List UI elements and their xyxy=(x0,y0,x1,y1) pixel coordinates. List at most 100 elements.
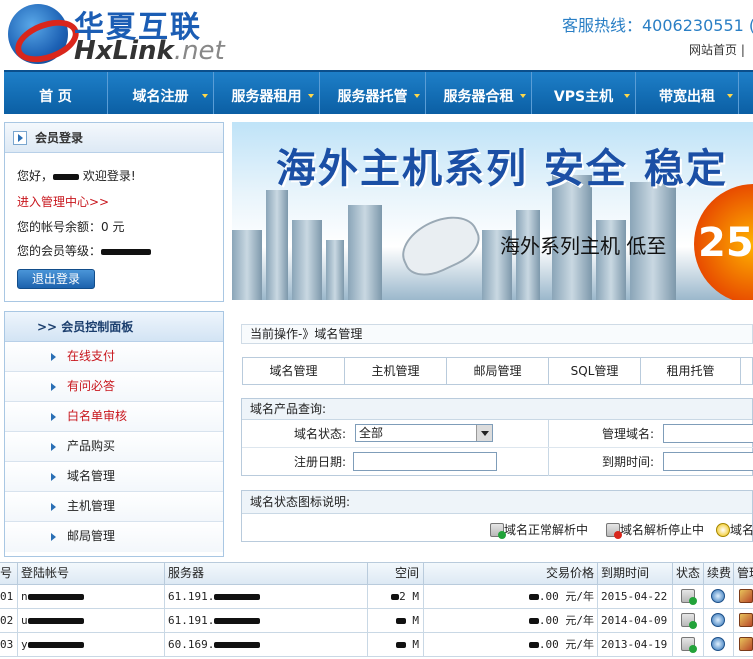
logout-button[interactable]: 退出登录 xyxy=(17,269,95,289)
sidebar-item-mail-manage[interactable]: 邮局管理 xyxy=(5,522,223,552)
sidebar-item-online-pay[interactable]: 在线支付 xyxy=(5,342,223,372)
tab-domain-manage[interactable]: 域名管理 xyxy=(243,358,345,384)
triangle-right-icon xyxy=(51,413,56,421)
sidebar-item-host-manage[interactable]: 主机管理 xyxy=(5,492,223,522)
cell-status xyxy=(673,585,704,609)
banner-price: 25 xyxy=(698,220,753,266)
sidebar-item-label: 在线支付 xyxy=(67,349,116,363)
dns-active-icon[interactable] xyxy=(681,637,697,653)
col-header-expire: 到期时间 xyxy=(598,563,673,585)
sidebar-item-purchase[interactable]: 产品购买 xyxy=(5,432,223,462)
member-level: 您的会员等级： xyxy=(17,242,152,259)
redacted-space xyxy=(395,618,406,624)
nav-item-server-hosting[interactable]: 服务器托管 xyxy=(320,72,426,114)
cell-price: .00 元/年 xyxy=(424,609,598,633)
breadcrumb: 当前操作-》域名管理 xyxy=(241,324,753,344)
renew-icon[interactable] xyxy=(711,589,725,603)
dns-active-icon[interactable] xyxy=(681,613,697,629)
triangle-right-icon xyxy=(51,353,56,361)
sidebar-item-faq[interactable]: 有问必答 xyxy=(5,372,223,402)
redacted-space xyxy=(395,642,406,648)
reg-date-label: 注册日期: xyxy=(293,455,346,469)
tab-mail-manage[interactable]: 邮局管理 xyxy=(447,358,549,384)
account-prefix: y xyxy=(21,638,28,651)
manage-domain-input[interactable] xyxy=(663,424,753,443)
expire-date-label: 到期时间: xyxy=(601,455,654,469)
cell-status xyxy=(673,633,704,657)
domain-lock-icon xyxy=(716,523,730,537)
col-header-manage: 管理 xyxy=(734,563,753,585)
greeting: 您好， 欢迎登录! xyxy=(17,167,136,184)
domain-table: 号 登陆帐号 服务器 空间 交易价格 到期时间 状态 续费 管理 01 n 61… xyxy=(0,562,753,659)
sidebar-item-label: 有问必答 xyxy=(67,379,116,393)
space-value: M xyxy=(405,638,419,651)
cell-renew xyxy=(704,585,734,609)
redacted-server xyxy=(214,618,261,624)
tab-rent-hosting[interactable]: 租用托管 xyxy=(641,358,741,384)
banner-subtitle: 海外系列主机 低至 xyxy=(500,234,667,258)
col-header-no: 号 xyxy=(0,563,18,585)
redacted-server xyxy=(214,594,261,600)
expire-date-input[interactable] xyxy=(663,452,753,471)
member-level-label: 您的会员等级： xyxy=(17,244,102,258)
legend-item-other: 域名 xyxy=(716,521,753,538)
tab-host-manage[interactable]: 主机管理 xyxy=(345,358,447,384)
nav-label: VPS主机 xyxy=(553,89,614,105)
sidebar-item-whitelist[interactable]: 白名单审核 xyxy=(5,402,223,432)
nav-label: 首 页 xyxy=(39,89,72,105)
dns-active-icon[interactable] xyxy=(681,589,697,605)
control-panel-title: >> 会员控制面板 xyxy=(5,312,223,342)
logo-en-main: HxLink xyxy=(74,36,174,66)
manage-center-link[interactable]: 进入管理中心>> xyxy=(17,193,109,210)
manage-icon[interactable] xyxy=(739,589,753,603)
price-value: .00 元/年 xyxy=(538,614,594,627)
cell-no: 03 xyxy=(0,633,18,657)
space-value: 2 M xyxy=(399,590,419,603)
nav-item-domain[interactable]: 域名注册 xyxy=(108,72,214,114)
nav-item-server-rent[interactable]: 服务器租用 xyxy=(214,72,320,114)
col-header-renew: 续费 xyxy=(704,563,734,585)
tab-sql-manage[interactable]: SQL管理 xyxy=(549,358,641,384)
hotline-text: 客服热线：4006230551 ( xyxy=(562,16,753,35)
server-prefix: 60.169. xyxy=(168,638,215,651)
cell-manage xyxy=(734,633,753,657)
dns-active-icon xyxy=(490,523,506,539)
promo-banner[interactable]: 海外主机系列 安全 稳定 海外系列主机 低至 25 xyxy=(232,122,753,300)
member-control-panel: >> 会员控制面板 在线支付 有问必答 白名单审核 产品购买 域名管理 主机管理… xyxy=(4,311,224,557)
member-login-box: 会员登录 您好， 欢迎登录! 进入管理中心>> 您的帐号余额：0 元 您的会员等… xyxy=(4,122,224,302)
reg-date-input[interactable] xyxy=(353,452,497,471)
chevron-down-icon xyxy=(308,94,314,98)
nav-item-server-share[interactable]: 服务器合租 xyxy=(426,72,532,114)
cell-account: y xyxy=(18,633,165,657)
sidebar-item-domain-manage[interactable]: 域名管理 xyxy=(5,462,223,492)
cell-manage xyxy=(734,585,753,609)
manage-icon[interactable] xyxy=(739,613,753,627)
status-select[interactable]: 全部 xyxy=(355,424,493,442)
site-logo[interactable]: 华夏互联 HxLink.net xyxy=(8,2,248,66)
redacted-account xyxy=(27,642,84,648)
cell-expire: 2014-04-09 xyxy=(598,609,673,633)
nav-label: 服务器托管 xyxy=(337,89,408,105)
nav-item-home[interactable]: 首 页 xyxy=(4,72,108,114)
redacted-price xyxy=(528,618,539,624)
cell-status xyxy=(673,609,704,633)
renew-icon[interactable] xyxy=(711,613,725,627)
sidebar-item-label: 域名管理 xyxy=(67,469,116,483)
manage-icon[interactable] xyxy=(739,637,753,651)
nav-item-overflow xyxy=(739,72,753,114)
nav-item-vps[interactable]: VPS主机 xyxy=(532,72,636,114)
status-legend: 域名状态图标说明: 域名正常解析中 域名解析停止中 域名 xyxy=(241,490,753,542)
nav-item-bandwidth[interactable]: 带宽出租 xyxy=(636,72,739,114)
cell-price: .00 元/年 xyxy=(424,633,598,657)
cell-expire: 2013-04-19 xyxy=(598,633,673,657)
home-link[interactable]: 网站首页 | xyxy=(689,41,745,58)
query-row: 域名状态: 全部 管理域名: xyxy=(242,420,753,448)
cell-expire: 2015-04-22 xyxy=(598,585,673,609)
status-select-value: 全部 xyxy=(359,426,384,440)
legend-label: 域名 xyxy=(730,523,753,537)
manage-domain-label: 管理域名: xyxy=(601,427,654,441)
dns-stopped-icon xyxy=(606,523,622,539)
server-prefix: 61.191. xyxy=(168,614,215,627)
renew-icon[interactable] xyxy=(711,637,725,651)
chevron-down-icon xyxy=(414,94,420,98)
